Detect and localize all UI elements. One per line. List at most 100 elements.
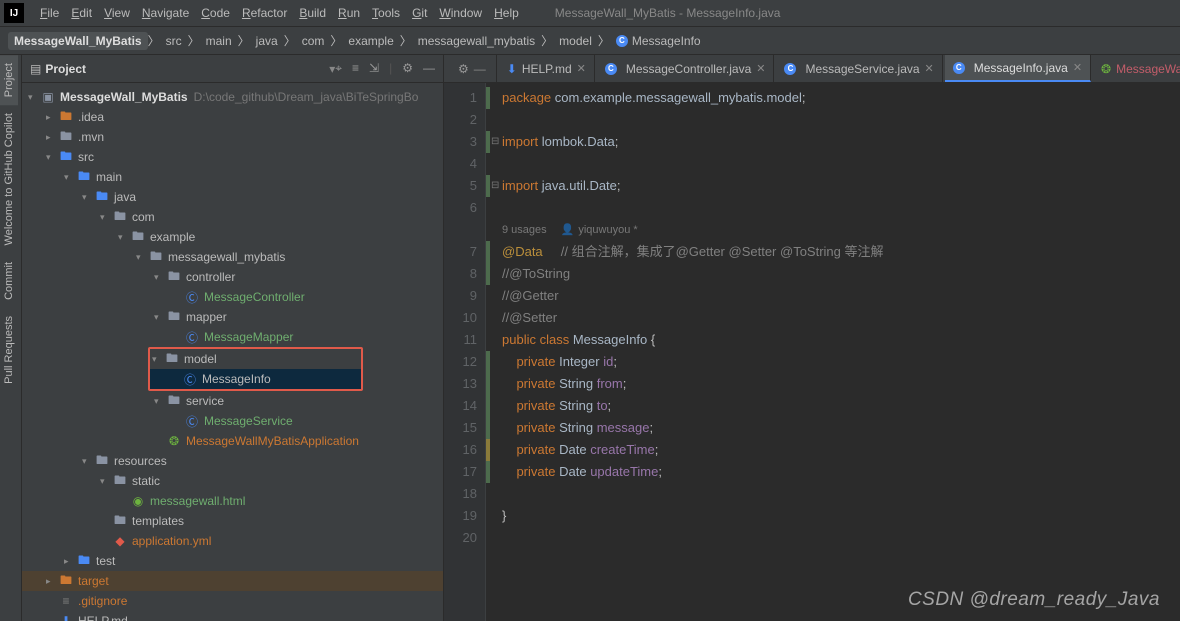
expand-arrow-icon[interactable]: ▸ bbox=[46, 132, 58, 143]
menu-help[interactable]: Help bbox=[488, 3, 525, 23]
tab-settings-button[interactable]: ⚙ — bbox=[448, 55, 497, 82]
tree-node[interactable]: ▾🖿java bbox=[22, 187, 443, 207]
fold-icon[interactable]: ⊟ bbox=[491, 131, 499, 153]
tree-node[interactable]: ▸🖿.mvn bbox=[22, 127, 443, 147]
code-line[interactable]: //@ToString bbox=[486, 263, 1180, 285]
code-line[interactable]: //@Setter bbox=[486, 307, 1180, 329]
breadcrumb-item[interactable]: main bbox=[200, 32, 238, 50]
tool-tab-pull-requests[interactable]: Pull Requests bbox=[0, 308, 18, 392]
code-line[interactable] bbox=[486, 483, 1180, 505]
code-line[interactable] bbox=[486, 527, 1180, 549]
breadcrumb-item[interactable]: src bbox=[160, 32, 188, 50]
tree-node[interactable]: ▾🖿static bbox=[22, 471, 443, 491]
tool-tab-welcome-to-github-copilot[interactable]: Welcome to GitHub Copilot bbox=[0, 105, 18, 253]
breadcrumb-item[interactable]: com bbox=[296, 32, 331, 50]
tree-node[interactable]: ◆application.yml bbox=[22, 531, 443, 551]
tree-node[interactable]: ⒸMessageMapper bbox=[22, 327, 443, 347]
code-line[interactable]: private String message; bbox=[486, 417, 1180, 439]
tree-node[interactable]: ▸🖿.idea bbox=[22, 107, 443, 127]
menu-edit[interactable]: Edit bbox=[65, 3, 98, 23]
expand-arrow-icon[interactable]: ▸ bbox=[64, 556, 76, 567]
close-icon[interactable]: ✕ bbox=[1073, 61, 1082, 74]
editor-tab[interactable]: ⬇HELP.md✕ bbox=[499, 55, 595, 82]
breadcrumb-item[interactable]: MessageWall_MyBatis bbox=[8, 32, 148, 50]
code-line[interactable]: } bbox=[486, 505, 1180, 527]
code-line[interactable]: private String from; bbox=[486, 373, 1180, 395]
tree-node[interactable]: ▾🖿resources bbox=[22, 451, 443, 471]
code-line[interactable]: private Integer id; bbox=[486, 351, 1180, 373]
expand-arrow-icon[interactable]: ▾ bbox=[64, 172, 76, 183]
close-icon[interactable]: ✕ bbox=[756, 62, 765, 75]
settings-icon[interactable]: ⚙ bbox=[402, 61, 413, 76]
menu-file[interactable]: File bbox=[34, 3, 65, 23]
project-panel-header[interactable]: ▤ Project ▾ ⌖ ≡ ⇲ | ⚙ — bbox=[22, 55, 443, 83]
expand-arrow-icon[interactable]: ▾ bbox=[154, 312, 166, 323]
tree-node[interactable]: ▾🖿mapper bbox=[22, 307, 443, 327]
tree-node[interactable]: ▸🖿test bbox=[22, 551, 443, 571]
code-line[interactable] bbox=[486, 197, 1180, 219]
code-editor[interactable]: 123456 7891011121314151617181920 package… bbox=[444, 83, 1180, 621]
select-opened-icon[interactable]: ⌖ bbox=[335, 61, 342, 76]
breadcrumb-item[interactable]: java bbox=[250, 32, 284, 50]
tree-node[interactable]: ⒸMessageService bbox=[22, 411, 443, 431]
editor-tab[interactable]: CMessageService.java✕ bbox=[776, 55, 942, 82]
tree-node[interactable]: ▾🖿service bbox=[22, 391, 443, 411]
expand-arrow-icon[interactable]: ▸ bbox=[46, 576, 58, 587]
hide-icon[interactable]: — bbox=[423, 61, 435, 76]
expand-arrow-icon[interactable]: ▾ bbox=[154, 272, 166, 283]
code-line[interactable]: @Data // 组合注解，集成了@Getter @Setter @ToStri… bbox=[486, 241, 1180, 263]
project-tree[interactable]: ▾ ▣ MessageWall_MyBatis D:\code_github\D… bbox=[22, 83, 443, 621]
breadcrumb-item[interactable]: messagewall_mybatis bbox=[412, 32, 541, 50]
code-line[interactable]: package com.example.messagewall_mybatis.… bbox=[486, 87, 1180, 109]
tree-node[interactable]: ⒸMessageInfo bbox=[150, 369, 361, 389]
tree-node[interactable]: ⬇HELP.md bbox=[22, 611, 443, 621]
fold-icon[interactable]: ⊟ bbox=[491, 175, 499, 197]
tree-node[interactable]: 🖿templates bbox=[22, 511, 443, 531]
tree-node[interactable]: ▾🖿example bbox=[22, 227, 443, 247]
tree-node[interactable]: ≡.gitignore bbox=[22, 591, 443, 611]
tool-tab-project[interactable]: Project bbox=[0, 55, 18, 105]
tree-node[interactable]: ⒸMessageController bbox=[22, 287, 443, 307]
expand-arrow-icon[interactable]: ▾ bbox=[152, 354, 164, 365]
expand-arrow-icon[interactable]: ▾ bbox=[136, 252, 148, 263]
close-icon[interactable]: ✕ bbox=[925, 62, 934, 75]
close-icon[interactable]: ✕ bbox=[577, 62, 586, 75]
expand-arrow-icon[interactable]: ▾ bbox=[118, 232, 130, 243]
code-line[interactable]: //@Getter bbox=[486, 285, 1180, 307]
collapse-all-icon[interactable]: ⇲ bbox=[369, 61, 379, 76]
expand-arrow-icon[interactable]: ▾ bbox=[100, 212, 112, 223]
menu-view[interactable]: View bbox=[98, 3, 136, 23]
code-line[interactable] bbox=[486, 109, 1180, 131]
breadcrumb-item[interactable]: example bbox=[342, 32, 399, 50]
tool-tab-commit[interactable]: Commit bbox=[0, 254, 18, 308]
code-line[interactable]: private Date updateTime; bbox=[486, 461, 1180, 483]
code-line[interactable]: private Date createTime; bbox=[486, 439, 1180, 461]
expand-arrow-icon[interactable]: ▾ bbox=[154, 396, 166, 407]
tree-node[interactable]: ◉messagewall.html bbox=[22, 491, 443, 511]
tree-node[interactable]: ▾🖿messagewall_mybatis bbox=[22, 247, 443, 267]
breadcrumb-item[interactable]: model bbox=[553, 32, 598, 50]
code-line[interactable]: private String to; bbox=[486, 395, 1180, 417]
editor-tab[interactable]: ❂MessageWallMyBat bbox=[1093, 55, 1180, 82]
code-line[interactable]: public class MessageInfo { bbox=[486, 329, 1180, 351]
menu-window[interactable]: Window bbox=[433, 3, 488, 23]
editor-tab[interactable]: CMessageController.java✕ bbox=[597, 55, 775, 82]
expand-arrow-icon[interactable]: ▾ bbox=[100, 476, 112, 487]
menu-navigate[interactable]: Navigate bbox=[136, 3, 195, 23]
expand-all-icon[interactable]: ≡ bbox=[352, 61, 359, 76]
expand-arrow-icon[interactable]: ▾ bbox=[82, 192, 94, 203]
tree-node[interactable]: ▾🖿src bbox=[22, 147, 443, 167]
tree-node[interactable]: ▾🖿main bbox=[22, 167, 443, 187]
expand-arrow-icon[interactable]: ▾ bbox=[46, 152, 58, 163]
tree-node[interactable]: ▾🖿controller bbox=[22, 267, 443, 287]
usages-hint[interactable]: 9 usages👤yiquwuyou * bbox=[486, 219, 1180, 241]
menu-tools[interactable]: Tools bbox=[366, 3, 406, 23]
editor-tab[interactable]: CMessageInfo.java✕ bbox=[945, 55, 1091, 82]
menu-git[interactable]: Git bbox=[406, 3, 433, 23]
tree-node[interactable]: ▾🖿com bbox=[22, 207, 443, 227]
tree-node[interactable]: ▸🖿target bbox=[22, 571, 443, 591]
expand-arrow-icon[interactable]: ▸ bbox=[46, 112, 58, 123]
code-line[interactable]: ⊟import lombok.Data; bbox=[486, 131, 1180, 153]
tree-node[interactable]: ▾🖿model bbox=[150, 349, 361, 369]
menu-refactor[interactable]: Refactor bbox=[236, 3, 293, 23]
